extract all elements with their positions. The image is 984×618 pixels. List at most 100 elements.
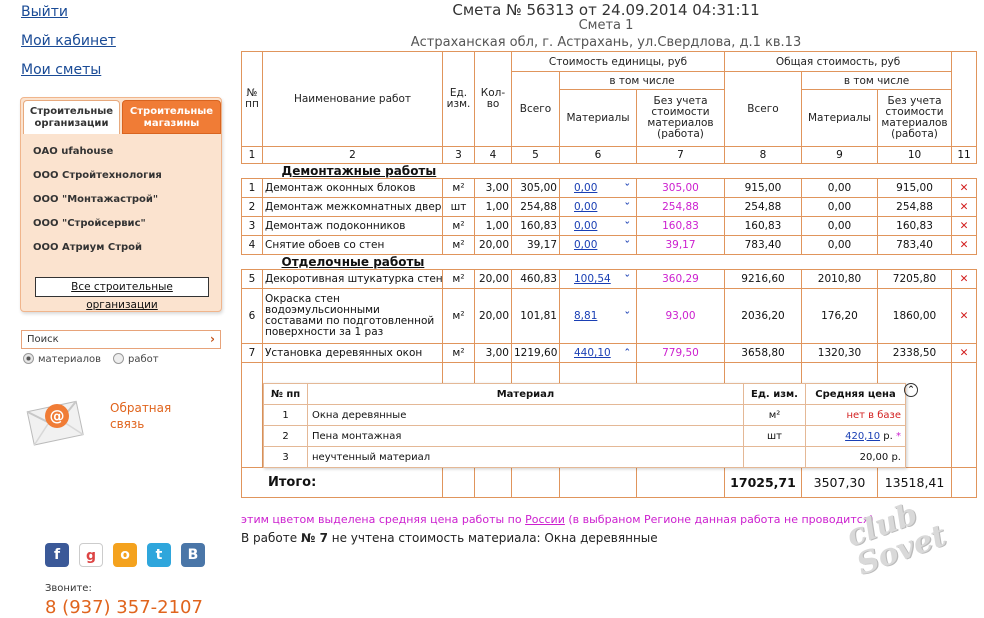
delete-icon[interactable]: ✕ [951,216,978,236]
col-number: 6 [559,146,637,164]
radio-materials[interactable]: материалов [23,353,101,365]
collapse-materials-icon[interactable]: ⌃ [904,383,918,397]
materials-link[interactable]: 0,00 [574,220,597,232]
row-no: 6 [241,288,263,344]
row-qty: 3,00 [474,343,512,363]
radio-unselected-icon [113,353,124,364]
odnoklassniki-icon[interactable]: o [113,543,137,567]
header-excl: Без учета стоимости материалов (работа) [876,89,953,147]
mat-name: Окна деревянные [307,404,744,426]
row-unit-all: 160,83 [511,216,560,236]
search-placeholder: Поиск [27,334,59,345]
mat-price: 420,10 р. * [805,425,906,447]
delete-icon[interactable]: ✕ [951,343,978,363]
estimate-row: 2 Демонтаж межкомнатных дверей шт 1,00 254,8… [241,197,978,217]
mat-price: нет в базе [805,404,906,426]
delete-icon[interactable]: ✕ [951,197,978,217]
materials-link[interactable]: 440,10 [574,347,611,359]
org-item[interactable]: ОАО ufahouse [33,146,113,157]
row-total-materials: 2010,80 [801,269,878,289]
row-unit-work: 39,17 [636,235,725,255]
estimate-row: 1 Демонтаж оконных блоков м² 3,00 305,00 0,00… [241,178,978,198]
row-unit: м² [442,269,475,289]
note-text: (в выбраном Регионе данная работа не про… [568,513,874,526]
materials-link[interactable]: 100,54 [574,273,611,285]
row-unit: шт [442,197,475,217]
col-number: 9 [801,146,878,164]
mat-no: 1 [263,404,308,426]
row-unit-work: 93,00 [636,288,725,344]
row-no: 3 [241,216,263,236]
chevron-up-icon[interactable]: ˆ [625,347,631,360]
row-unit-materials: 0,00 ˇ [559,235,637,255]
org-item[interactable]: ООО Стройтехнология [33,170,162,181]
all-orgs-button[interactable]: Все строительные организации [35,277,209,311]
search-input[interactable]: Поиск › [21,330,221,349]
address: Астраханская обл, г. Астрахань, ул.Сверд… [410,35,802,50]
chevron-down-icon[interactable]: ˇ [625,239,631,252]
row-name: Демонтаж оконных блоков [262,178,443,198]
tab-construction-orgs[interactable]: Строительные организации [23,100,120,134]
radio-works[interactable]: работ [113,353,159,365]
row-qty: 20,00 [474,235,512,255]
row-qty: 1,00 [474,216,512,236]
my-estimates-link[interactable]: Мои сметы [21,62,101,78]
row-total-all: 783,40 [724,235,802,255]
total-row: Итого: 17025,71 3507,30 13518,41 [241,467,978,498]
materials-link[interactable]: 0,00 [574,182,597,194]
chevron-down-icon[interactable]: ˇ [625,273,631,286]
row-total-materials: 0,00 [801,178,878,198]
row-total-materials: 0,00 [801,197,878,217]
my-cabinet-link[interactable]: Мой кабинет [21,33,116,49]
chevron-down-icon[interactable]: ˇ [625,220,631,233]
org-item[interactable]: ООО Атриум Строй [33,242,142,253]
chevron-down-icon[interactable]: ˇ [625,201,631,214]
chevron-down-icon[interactable]: ˇ [625,310,631,323]
delete-icon[interactable]: ✕ [951,235,978,255]
chevron-down-icon[interactable]: ˇ [625,182,631,195]
envelope-icon[interactable]: @ [24,390,88,454]
header-materials: Материалы [801,89,878,147]
radio-label: работ [128,354,159,365]
org-item[interactable]: ООО "Стройсервис" [33,218,146,229]
google-plus-icon[interactable]: g [79,543,103,567]
row-unit-all: 460,83 [511,269,560,289]
vkontakte-icon[interactable]: B [181,543,205,567]
org-item[interactable]: ООО "Монтажастрой" [33,194,158,205]
delete-icon[interactable]: ✕ [951,288,978,344]
row-total-all: 3658,80 [724,343,802,363]
russia-link[interactable]: России [525,513,565,526]
twitter-icon[interactable]: t [147,543,171,567]
col-number: 4 [474,146,512,164]
mat-price-link[interactable]: 420,10 [845,431,880,442]
row-unit: м² [442,235,475,255]
delete-icon[interactable]: ✕ [951,178,978,198]
materials-link[interactable]: 8,81 [574,310,597,322]
row-unit-materials: 0,00 ˇ [559,197,637,217]
feedback-link[interactable]: Обратная связь [110,400,171,432]
header-name: Наименование работ [262,51,443,147]
facebook-icon[interactable]: f [45,543,69,567]
organizations-panel: Строительные организации Строительные ма… [20,97,222,312]
feedback-line: Обратная [110,401,172,415]
materials-link[interactable]: 0,00 [574,239,597,251]
materials-link[interactable]: 0,00 [574,201,597,213]
row-name: Снятие обоев со стен [262,235,443,255]
row-name: Декоротивная штукатурка стен [262,269,443,289]
header-unit-cost: Стоимость единицы, руб [511,51,725,72]
tab-construction-stores[interactable]: Строительные магазины [122,100,221,134]
note-text: не учтена стоимость материала: Окна дере… [331,531,658,545]
logout-link[interactable]: Выйти [21,4,68,20]
mat-header: Ед. изм. [743,383,806,405]
row-total-all: 160,83 [724,216,802,236]
radio-selected-icon [23,353,34,364]
col-number: 5 [511,146,560,164]
row-unit-all: 1219,60 [511,343,560,363]
delete-icon[interactable]: ✕ [951,269,978,289]
total-label: Итого: [241,467,443,498]
col-number: 8 [724,146,802,164]
row-total-all: 9216,60 [724,269,802,289]
col-number: 10 [876,146,953,164]
row-unit-work: 779,50 [636,343,725,363]
search-arrow-icon[interactable]: › [210,332,215,346]
